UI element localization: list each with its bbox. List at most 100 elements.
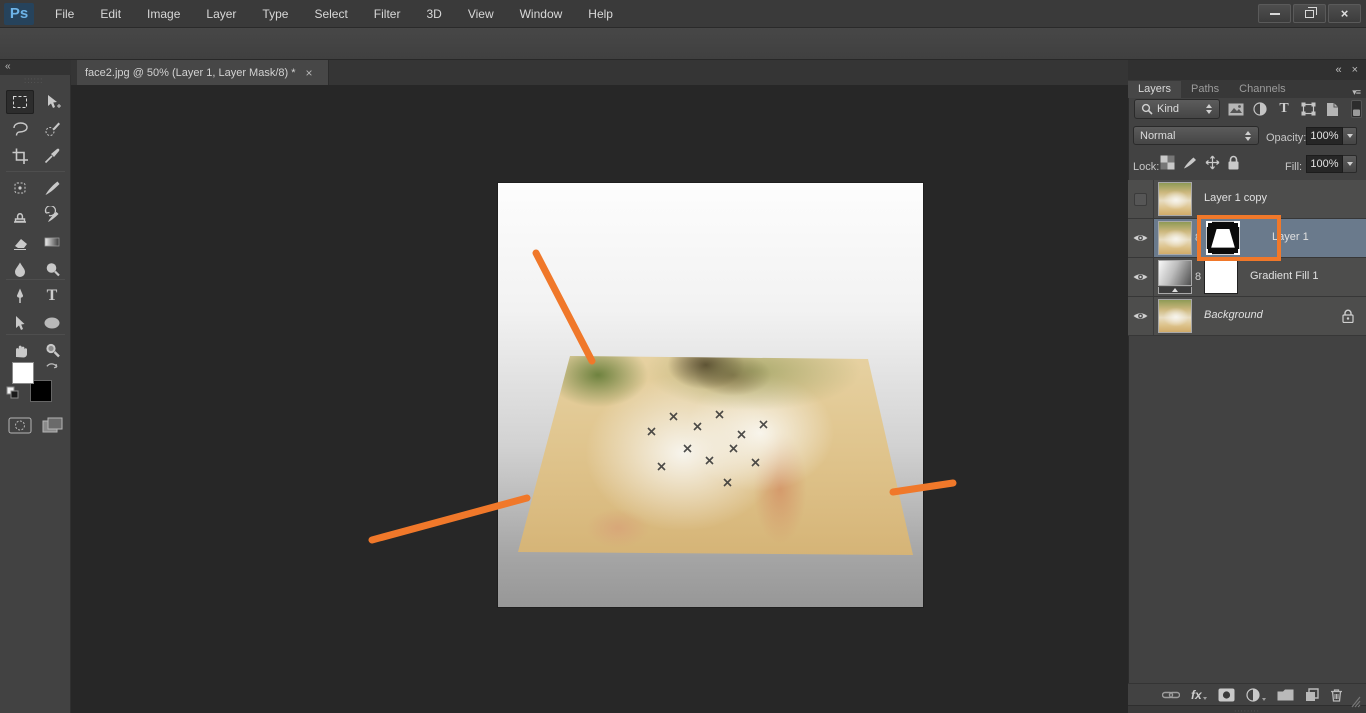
- layer-thumbnail[interactable]: [1158, 182, 1192, 216]
- tool-clone-stamp[interactable]: [6, 203, 34, 227]
- lock-transparency-icon[interactable]: [1160, 155, 1175, 170]
- gradient-fill-thumbnail[interactable]: [1158, 260, 1192, 286]
- menu-layer[interactable]: Layer: [193, 0, 249, 28]
- layers-panel-footer: fx: [1128, 683, 1366, 705]
- tab-layers[interactable]: Layers: [1128, 81, 1181, 98]
- document-tab[interactable]: face2.jpg @ 50% (Layer 1, Layer Mask/8) …: [77, 60, 329, 85]
- layer-row-layer1-copy[interactable]: Layer 1 copy: [1128, 180, 1366, 219]
- opacity-dropdown-arrow[interactable]: [1343, 127, 1357, 145]
- tool-eraser[interactable]: [6, 230, 34, 254]
- close-button[interactable]: ×: [1328, 4, 1361, 23]
- tool-crop[interactable]: [6, 144, 34, 168]
- layer-name[interactable]: Gradient Fill 1: [1250, 270, 1318, 282]
- tool-zoom[interactable]: [38, 338, 66, 362]
- layer-name[interactable]: Layer 1 copy: [1204, 192, 1267, 204]
- layer-mask-thumbnail[interactable]: [1204, 260, 1238, 294]
- tool-move[interactable]: [38, 90, 66, 114]
- crop-icon: [11, 147, 29, 165]
- menu-window[interactable]: Window: [507, 0, 576, 28]
- menu-3d[interactable]: 3D: [413, 0, 454, 28]
- tool-blur[interactable]: [6, 257, 34, 281]
- mask-link-icon[interactable]: 8: [1195, 271, 1201, 283]
- panel-menu-icon[interactable]: ▾≡: [1352, 87, 1360, 98]
- opacity-control[interactable]: 100%: [1306, 127, 1357, 145]
- layer-styles-icon[interactable]: fx: [1191, 688, 1207, 702]
- menu-edit[interactable]: Edit: [87, 0, 134, 28]
- layer-name[interactable]: Background: [1204, 309, 1263, 321]
- tool-quick-selection[interactable]: [38, 117, 66, 141]
- filter-type-icon[interactable]: T: [1274, 100, 1294, 118]
- visibility-toggle[interactable]: [1128, 297, 1154, 335]
- fill-control[interactable]: 100%: [1306, 155, 1357, 173]
- filter-smart-object-icon[interactable]: [1322, 100, 1342, 118]
- tab-paths[interactable]: Paths: [1181, 81, 1229, 98]
- tool-rectangular-marquee[interactable]: [6, 90, 34, 114]
- filter-toggle-switch[interactable]: [1346, 100, 1366, 118]
- tool-lasso[interactable]: [6, 117, 34, 141]
- tool-pen[interactable]: [6, 284, 34, 308]
- swap-colors-icon[interactable]: [44, 360, 60, 376]
- filter-adjustment-icon[interactable]: [1250, 100, 1270, 118]
- tool-hand[interactable]: [6, 338, 34, 362]
- tool-panel-header[interactable]: «: [0, 60, 71, 75]
- filter-kind-dropdown[interactable]: Kind: [1134, 99, 1220, 119]
- layer-row-gradient-fill[interactable]: 8 Gradient Fill 1: [1128, 258, 1366, 297]
- visibility-toggle[interactable]: [1128, 258, 1154, 296]
- lock-label: Lock:: [1133, 157, 1159, 177]
- tool-history-brush[interactable]: [38, 203, 66, 227]
- tool-panel-grip[interactable]: ::::::: [24, 76, 43, 85]
- menu-select[interactable]: Select: [301, 0, 360, 28]
- lock-all-icon[interactable]: [1227, 155, 1240, 170]
- tool-healing-brush[interactable]: [6, 176, 34, 200]
- add-layer-mask-icon[interactable]: [1218, 688, 1235, 702]
- tool-gradient[interactable]: [38, 230, 66, 254]
- lock-position-icon[interactable]: [1205, 155, 1220, 170]
- panel-resize-grip[interactable]: [1350, 695, 1362, 709]
- collapse-panels-icon[interactable]: «: [1335, 64, 1339, 76]
- delete-layer-icon[interactable]: [1330, 688, 1343, 702]
- tool-path-selection[interactable]: [6, 311, 34, 335]
- tool-eyedropper[interactable]: [38, 144, 66, 168]
- new-layer-icon[interactable]: [1305, 688, 1319, 702]
- menu-type[interactable]: Type: [249, 0, 301, 28]
- panel-resize-strip[interactable]: ::::::::: [1128, 705, 1366, 713]
- visibility-toggle[interactable]: [1128, 180, 1154, 218]
- layer-row-background[interactable]: Background: [1128, 297, 1366, 336]
- screen-mode-icon: [42, 417, 64, 435]
- lock-pixels-icon[interactable]: [1182, 155, 1198, 170]
- tab-channels[interactable]: Channels: [1229, 81, 1295, 98]
- move-icon: [43, 93, 61, 111]
- tool-dodge[interactable]: [38, 257, 66, 281]
- menu-view[interactable]: View: [455, 0, 507, 28]
- default-colors-icon[interactable]: [6, 386, 20, 400]
- pen-icon: [11, 287, 29, 305]
- tool-type[interactable]: T: [38, 284, 66, 308]
- layer-thumbnail[interactable]: [1158, 221, 1192, 255]
- new-adjustment-layer-icon[interactable]: [1246, 688, 1266, 702]
- visibility-toggle[interactable]: [1128, 219, 1154, 257]
- new-group-icon[interactable]: [1277, 688, 1294, 701]
- blend-mode-dropdown[interactable]: Normal: [1133, 126, 1259, 145]
- menu-file[interactable]: File: [42, 0, 87, 28]
- minimize-button[interactable]: [1258, 4, 1291, 23]
- menu-image[interactable]: Image: [134, 0, 193, 28]
- link-layers-icon[interactable]: [1162, 690, 1180, 700]
- fill-value[interactable]: 100%: [1306, 155, 1343, 173]
- document-tab-close-icon[interactable]: ×: [306, 66, 313, 80]
- quick-mask-button[interactable]: [8, 417, 32, 437]
- fill-dropdown-arrow[interactable]: [1343, 155, 1357, 173]
- filter-shape-icon[interactable]: [1298, 100, 1318, 118]
- canvas-area[interactable]: [71, 85, 1128, 713]
- layer-thumbnail[interactable]: [1158, 299, 1192, 333]
- filter-image-icon[interactable]: [1226, 100, 1246, 118]
- screen-mode-button[interactable]: [42, 417, 64, 438]
- eye-icon: [1132, 310, 1149, 322]
- menu-help[interactable]: Help: [575, 0, 626, 28]
- close-panel-icon[interactable]: ×: [1352, 64, 1358, 76]
- restore-button[interactable]: [1293, 4, 1326, 23]
- tool-brush[interactable]: [38, 176, 66, 200]
- opacity-value[interactable]: 100%: [1306, 127, 1343, 145]
- menu-filter[interactable]: Filter: [361, 0, 414, 28]
- tool-ellipse-shape[interactable]: [38, 311, 66, 335]
- foreground-color-swatch[interactable]: [12, 362, 34, 384]
